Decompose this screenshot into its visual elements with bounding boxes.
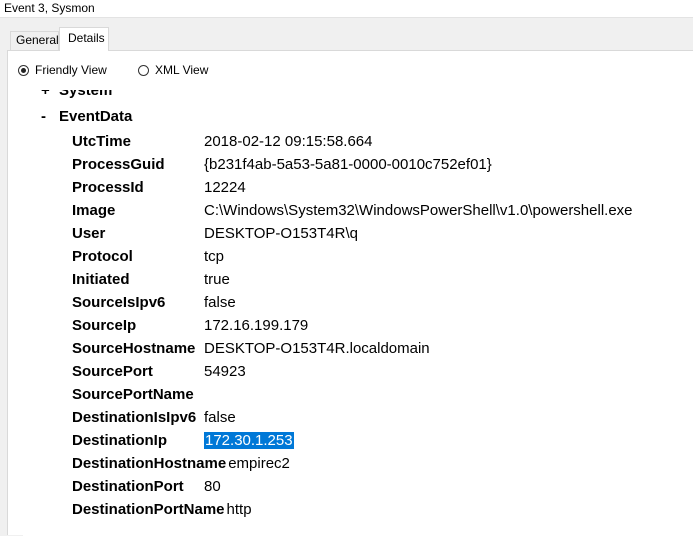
- field-key: Protocol: [72, 247, 133, 265]
- field-value[interactable]: C:\Windows\System32\WindowsPowerShell\v1…: [204, 202, 633, 219]
- field-row[interactable]: DestinationPort 80: [72, 476, 221, 496]
- field-key: SourcePort: [72, 362, 153, 380]
- tree-node-label: System: [59, 90, 113, 99]
- field-row[interactable]: SourceIp 172.16.199.179: [72, 315, 308, 335]
- tree-node-label: EventData: [59, 108, 133, 125]
- field-key: UtcTime: [72, 132, 131, 150]
- field-row[interactable]: SourceIsIpv6 false: [72, 292, 236, 312]
- details-panel: Friendly View XML View + System - EventDat…: [7, 50, 693, 536]
- field-key: SourceIp: [72, 316, 137, 334]
- field-value[interactable]: DESKTOP-O153T4R\q: [204, 225, 358, 242]
- field-key: Image: [72, 201, 116, 219]
- field-value[interactable]: empirec2: [228, 455, 290, 472]
- field-key: DestinationPortName: [72, 500, 225, 518]
- field-row[interactable]: SourcePort 54923: [72, 361, 246, 381]
- field-key: DestinationPort: [72, 477, 184, 495]
- field-value[interactable]: 2018-02-12 09:15:58.664: [204, 133, 372, 150]
- tab-strip: General Details: [0, 18, 693, 51]
- field-value[interactable]: {b231f4ab-5a53-5a81-0000-0010c752ef01}: [204, 156, 492, 173]
- field-value[interactable]: 54923: [204, 363, 246, 380]
- field-key: SourceHostname: [72, 339, 196, 357]
- field-row[interactable]: ProcessGuid {b231f4ab-5a53-5a81-0000-0010…: [72, 154, 492, 174]
- field-row[interactable]: SourcePortName: [72, 384, 204, 404]
- expand-icon[interactable]: +: [41, 90, 59, 99]
- field-value[interactable]: tcp: [204, 248, 224, 265]
- field-key: SourceIsIpv6: [72, 293, 166, 311]
- tab-details[interactable]: Details: [59, 27, 109, 51]
- tree-node-system[interactable]: + System: [41, 90, 112, 99]
- tree-node-eventdata[interactable]: - EventData: [41, 108, 132, 125]
- field-value[interactable]: false: [204, 409, 236, 426]
- field-value[interactable]: 12224: [204, 179, 246, 196]
- field-key: Initiated: [72, 270, 130, 288]
- field-key: DestinationIsIpv6: [72, 408, 197, 426]
- field-key: ProcessGuid: [72, 155, 165, 173]
- xml-view-radio[interactable]: XML View: [138, 63, 208, 77]
- radio-unchecked-icon[interactable]: [138, 64, 149, 76]
- field-key: DestinationIp: [72, 431, 168, 449]
- friendly-view-label: Friendly View: [35, 63, 107, 77]
- field-key: DestinationHostname: [72, 454, 227, 472]
- field-row[interactable]: ProcessId 12224: [72, 177, 246, 197]
- collapse-icon[interactable]: -: [41, 108, 59, 125]
- xml-view-label: XML View: [155, 63, 209, 77]
- view-selector: Friendly View XML View: [8, 51, 693, 89]
- tab-general[interactable]: General: [10, 31, 59, 50]
- field-row[interactable]: DestinationIsIpv6 false: [72, 407, 236, 427]
- field-value[interactable]: true: [204, 271, 230, 288]
- event-tree: + System - EventData UtcTime 2018-02-12 09:…: [23, 90, 693, 536]
- field-row[interactable]: UtcTime 2018-02-12 09:15:58.664: [72, 131, 372, 151]
- field-row[interactable]: DestinationIp 172.30.1.253: [72, 430, 294, 450]
- field-row[interactable]: Image C:\Windows\System32\WindowsPowerShe…: [72, 200, 633, 220]
- field-row[interactable]: User DESKTOP-O153T4R\q: [72, 223, 358, 243]
- field-value[interactable]: 80: [204, 478, 221, 495]
- field-key: User: [72, 224, 106, 242]
- field-value-selected[interactable]: 172.30.1.253: [204, 431, 294, 449]
- field-value[interactable]: http: [227, 501, 252, 518]
- field-row[interactable]: DestinationPortName http: [72, 499, 252, 519]
- field-value[interactable]: 172.16.199.179: [204, 317, 308, 334]
- field-value[interactable]: false: [204, 294, 236, 311]
- field-row[interactable]: SourceHostname DESKTOP-O153T4R.localdomai…: [72, 338, 430, 358]
- field-key: SourcePortName: [72, 385, 194, 403]
- window-title: Event 3, Sysmon: [0, 0, 693, 18]
- radio-checked-icon[interactable]: [18, 64, 29, 76]
- field-row[interactable]: Protocol tcp: [72, 246, 224, 266]
- field-value[interactable]: DESKTOP-O153T4R.localdomain: [204, 340, 430, 357]
- field-row[interactable]: Initiated true: [72, 269, 230, 289]
- friendly-view-radio[interactable]: Friendly View: [18, 63, 107, 77]
- field-key: ProcessId: [72, 178, 144, 196]
- field-row[interactable]: DestinationHostname empirec2: [72, 453, 290, 473]
